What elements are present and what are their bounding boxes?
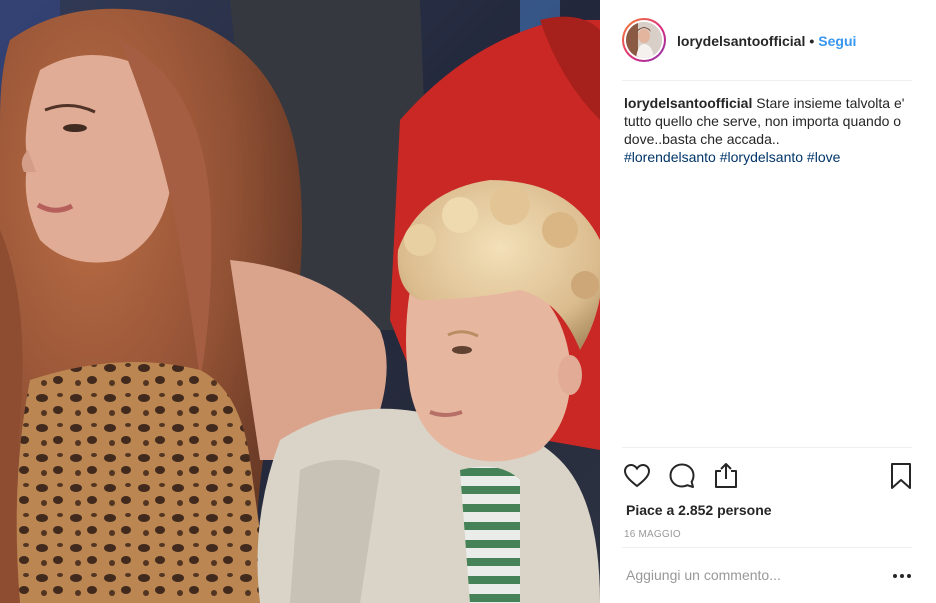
hashtag-link[interactable]: #love	[807, 149, 840, 165]
separator-dot: •	[809, 33, 815, 49]
more-options-icon[interactable]	[890, 566, 914, 586]
avatar[interactable]	[626, 22, 662, 58]
post-container: lorydelsantoofficial • Segui lorydelsantoo…	[0, 0, 936, 603]
post-photo[interactable]	[0, 0, 600, 603]
bookmark-icon[interactable]	[886, 461, 916, 491]
post-header: lorydelsantoofficial • Segui	[600, 0, 936, 80]
header-username[interactable]: lorydelsantoofficial	[677, 33, 805, 49]
heart-icon[interactable]	[622, 461, 652, 491]
post-date[interactable]: 16 MAGGIO	[624, 529, 681, 540]
share-icon[interactable]	[711, 461, 741, 491]
header-divider	[622, 80, 912, 81]
comment-row	[626, 560, 916, 594]
comment-input[interactable]	[626, 567, 876, 583]
story-ring[interactable]	[622, 18, 666, 62]
post-caption: lorydelsantoofficial Stare insieme talvo…	[624, 94, 914, 166]
action-bar	[622, 461, 918, 491]
actions-divider	[622, 447, 912, 448]
caption-username[interactable]: lorydelsantoofficial	[624, 95, 752, 111]
follow-button[interactable]: Segui	[818, 33, 856, 49]
hashtag-link[interactable]: #lorydelsanto	[720, 149, 803, 165]
likes-count[interactable]: Piace a 2.852 persone	[626, 502, 772, 518]
comment-divider	[622, 547, 912, 548]
post-side-panel: lorydelsantoofficial • Segui lorydelsantoo…	[600, 0, 936, 603]
comment-icon[interactable]	[667, 461, 697, 491]
hashtag-link[interactable]: #lorendelsanto	[624, 149, 716, 165]
